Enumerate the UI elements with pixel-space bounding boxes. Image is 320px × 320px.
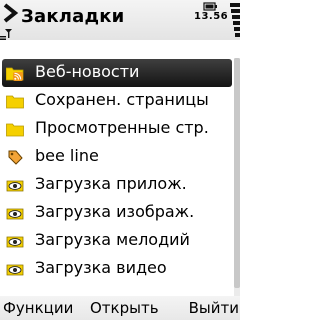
scrollbar-thumb[interactable]	[234, 58, 240, 288]
list-item-download-melodies[interactable]: Загрузка мелодий	[0, 227, 234, 255]
list-item-download-images[interactable]: Загрузка изображ.	[0, 199, 234, 227]
page-title: Закладки	[21, 6, 125, 27]
softkey-bar: Функции Открыть Выйти	[0, 296, 240, 320]
item-label: Загрузка видео	[35, 258, 167, 277]
open-softkey[interactable]: Открыть	[90, 299, 159, 317]
list-item-saved-pages[interactable]: Сохранен. страницы	[0, 87, 234, 115]
bookmark-eye-icon	[6, 236, 24, 248]
list-item-visited-pages[interactable]: Просмотренные стр.	[0, 115, 234, 143]
item-label: Загрузка прилож.	[35, 174, 187, 193]
bookmark-eye-icon	[6, 208, 24, 220]
bookmark-list: Веб-новости Сохранен. страницы Просмотре…	[0, 55, 234, 297]
item-label: Просмотренные стр.	[35, 118, 209, 137]
item-label: Загрузка изображ.	[35, 202, 195, 221]
item-label: bee line	[35, 146, 99, 165]
rss-folder-icon	[6, 67, 24, 81]
status-header: Закладки 13.56	[0, 0, 240, 40]
battery-bars-icon	[230, 3, 240, 37]
bookmark-eye-icon	[6, 180, 24, 192]
exit-softkey[interactable]: Выйти	[189, 299, 239, 317]
battery-icon	[203, 2, 217, 11]
list-item-web-news[interactable]: Веб-новости	[2, 59, 232, 87]
list-item-download-video[interactable]: Загрузка видео	[0, 255, 234, 283]
clock: 13.56	[194, 11, 229, 22]
item-label: Загрузка мелодий	[35, 230, 190, 249]
list-item-bee-line[interactable]: bee line	[0, 143, 234, 171]
bookmark-tag-icon	[8, 150, 23, 165]
antenna-icon	[5, 29, 12, 38]
back-arrow-icon[interactable]	[2, 1, 22, 27]
options-softkey[interactable]: Функции	[3, 299, 73, 317]
item-label: Веб-новости	[35, 62, 140, 81]
signal-bars-icon	[0, 36, 6, 40]
item-label: Сохранен. страницы	[35, 90, 209, 109]
bookmark-eye-icon	[6, 264, 24, 276]
list-item-download-apps[interactable]: Загрузка прилож.	[0, 171, 234, 199]
scrollbar[interactable]	[234, 58, 240, 298]
folder-icon	[6, 123, 24, 137]
folder-icon	[6, 95, 24, 109]
